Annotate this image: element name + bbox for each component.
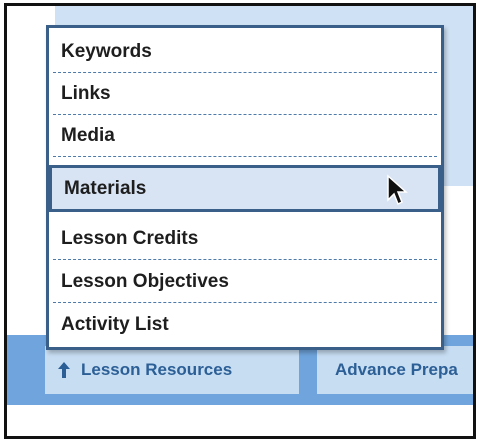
menu-item-label: Media — [61, 125, 115, 146]
advance-preparation-label: Advance Prepa — [335, 360, 458, 379]
menu-item-label: Lesson Credits — [61, 227, 199, 249]
arrow-up-icon — [58, 362, 70, 378]
menu-item-label: Keywords — [61, 41, 152, 62]
menu-item-links[interactable]: Links — [53, 74, 437, 115]
window-frame: Lesson Resources Advance Prepa Keywords … — [4, 3, 476, 439]
menu-item-label: Lesson Objectives — [61, 270, 229, 292]
menu-item-keywords[interactable]: Keywords — [53, 32, 437, 73]
menu-item-lesson-credits[interactable]: Lesson Credits — [53, 218, 437, 260]
menu-item-media[interactable]: Media — [53, 116, 437, 157]
menu-item-label: Materials — [64, 177, 147, 199]
menu-item-materials[interactable]: Materials — [49, 165, 441, 212]
mouse-pointer-icon — [387, 174, 408, 206]
menu-item-activity-list[interactable]: Activity List — [53, 304, 437, 346]
advance-preparation-tab[interactable]: Advance Prepa — [317, 346, 473, 394]
menu-item-label: Activity List — [61, 314, 169, 335]
lesson-resources-tab[interactable]: Lesson Resources — [45, 346, 299, 394]
lesson-resources-label: Lesson Resources — [81, 360, 233, 379]
menu-item-lesson-objectives[interactable]: Lesson Objectives — [53, 261, 437, 303]
menu-item-label: Links — [61, 83, 111, 104]
dropdown-menu: Keywords Links Media Materials Lesson Cr… — [46, 25, 444, 350]
